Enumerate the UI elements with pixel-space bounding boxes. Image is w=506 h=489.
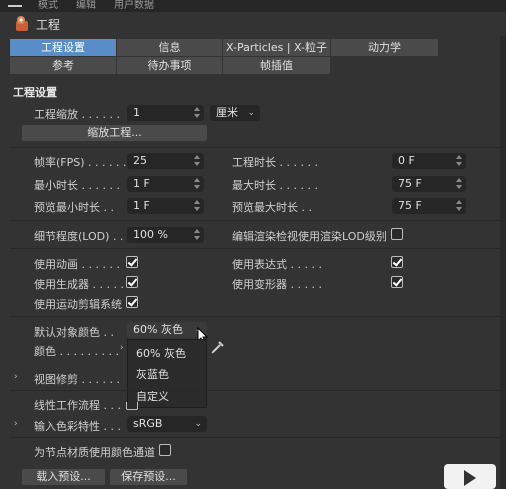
divider [10,147,504,148]
use-generators-label: 使用生成器 . . . . . [34,278,124,291]
use-expressions-checkbox[interactable] [391,256,403,268]
popup-item-greyblue[interactable]: 灰蓝色 [136,366,169,382]
project-scale-label: 工程缩放 . . . . . . [34,108,120,121]
save-preset-button[interactable]: 保存预设... [110,469,187,485]
lod-label: 细节程度(LOD) . . . [34,230,131,243]
preview-max-label: 预览最大时长 . . [232,201,312,214]
use-expressions-label: 使用表达式 . . . . . [232,258,322,271]
popup-item-grey[interactable]: 60% 灰色 [136,345,186,361]
unit-dropdown[interactable]: 厘米 ⌄ [210,105,260,121]
use-motion-checkbox[interactable] [126,296,138,308]
fps-field[interactable]: 25 [127,153,204,169]
fps-label: 帧率(FPS) . . . . . . [34,156,127,169]
project-icon [16,16,28,31]
use-deformers-checkbox[interactable] [391,276,403,288]
max-time-value: 75 F [398,177,422,190]
spinner-icon[interactable] [455,200,463,212]
use-animation-checkbox[interactable] [126,256,138,268]
editor-lod-checkbox[interactable] [391,228,403,240]
input-color-label: 输入色彩特性 . . . [34,420,121,433]
default-color-value: 60% 灰色 [133,323,183,336]
tab-xparticles[interactable]: X-Particles | X-粒子 [223,39,331,56]
use-motion-label: 使用运动剪辑系统 [34,298,122,311]
use-generators-checkbox[interactable] [126,276,138,288]
divider [10,437,504,438]
menu-userdata[interactable]: 用户数据 [114,0,154,11]
preview-min-value: 1 F [133,199,150,212]
divider [10,316,504,317]
window-title: 工程 [36,18,61,32]
scrollbar[interactable] [500,36,506,489]
lod-field[interactable]: 100 % [127,227,204,243]
load-preset-button[interactable]: 载入预设... [22,469,105,485]
video-overlay-icon [444,464,496,489]
project-time-field[interactable]: 0 F [392,153,466,169]
input-color-value: sRGB [133,417,163,430]
tab-info[interactable]: 信息 [117,39,223,56]
menu-mode[interactable]: 模式 [38,0,58,11]
project-scale-value: 1 [133,106,140,119]
default-color-label: 默认对象颜色 . . [34,326,114,339]
project-time-value: 0 F [398,154,415,167]
fps-value: 25 [133,154,147,167]
project-scale-field[interactable]: 1 [127,105,204,121]
input-color-dropdown[interactable]: sRGB ⌄ [127,416,207,432]
tab-interpolation[interactable]: 帧插值 [223,57,331,74]
spinner-icon[interactable] [455,155,463,167]
spinner-icon[interactable] [193,107,201,119]
use-deformers-label: 使用变形器 . . . . . [232,278,322,291]
expand-arrow-icon[interactable]: › [14,419,18,429]
preview-min-label: 预览最小时长 . . [34,201,114,214]
chevron-down-icon: ⌄ [247,108,255,118]
linear-workflow-label: 线性工作流程 . . . [34,399,121,412]
chevron-down-icon: ⌄ [194,419,202,429]
top-menu-strip: 模式 编辑 用户数据 [0,0,506,12]
default-color-dropdown[interactable]: 60% 灰色⌄ [127,322,207,338]
expand-arrow-icon[interactable]: › [120,343,124,353]
max-time-label: 最大时长 . . . . . . [232,179,318,192]
spinner-icon[interactable] [193,155,201,167]
title-bar: 工程 [0,12,506,36]
node-material-label: 为节点材质使用颜色通道 [34,446,155,459]
min-time-label: 最小时长 . . . . . . [34,179,120,192]
tab-dynamics[interactable]: 动力学 [331,39,439,56]
min-time-value: 1 F [133,177,150,190]
color-dropdown-popup: 60% 灰色 灰蓝色 自定义 [127,339,207,408]
use-animation-label: 使用动画 . . . . . . [34,258,120,271]
preview-min-field[interactable]: 1 F [127,198,204,214]
tab-reference[interactable]: 参考 [10,57,117,74]
spinner-icon[interactable] [193,178,201,190]
preview-max-value: 75 F [398,199,422,212]
min-time-field[interactable]: 1 F [127,176,204,192]
divider [10,248,504,249]
unit-value: 厘米 [216,106,238,119]
linear-workflow-checkbox[interactable] [126,402,138,410]
spinner-icon[interactable] [193,229,201,241]
menu-edit[interactable]: 编辑 [76,0,96,11]
max-time-field[interactable]: 75 F [392,176,466,192]
editor-lod-label: 编辑渲染检视使用渲染LOD级别 [232,230,387,243]
scale-project-button[interactable]: 缩放工程... [22,125,207,141]
section-title: 工程设置 [13,86,57,99]
tab-project-settings[interactable]: 工程设置 [10,39,117,56]
viewport-clip-label: 视图修剪 . . . . . . [34,373,120,386]
lod-value: 100 % [133,228,168,241]
eyedropper-icon[interactable] [210,339,226,355]
preview-max-field[interactable]: 75 F [392,198,466,214]
divider [10,390,504,391]
node-material-checkbox[interactable] [159,444,171,456]
color-label: 颜色 . . . . . . . . . [34,345,119,358]
project-time-label: 工程时长 . . . . . . [232,156,318,169]
spinner-icon[interactable] [455,178,463,190]
tab-todo[interactable]: 待办事项 [117,57,223,74]
hamburger-icon[interactable] [8,0,22,7]
expand-arrow-icon[interactable]: › [14,372,18,382]
divider [10,220,504,221]
spinner-icon[interactable] [193,200,201,212]
